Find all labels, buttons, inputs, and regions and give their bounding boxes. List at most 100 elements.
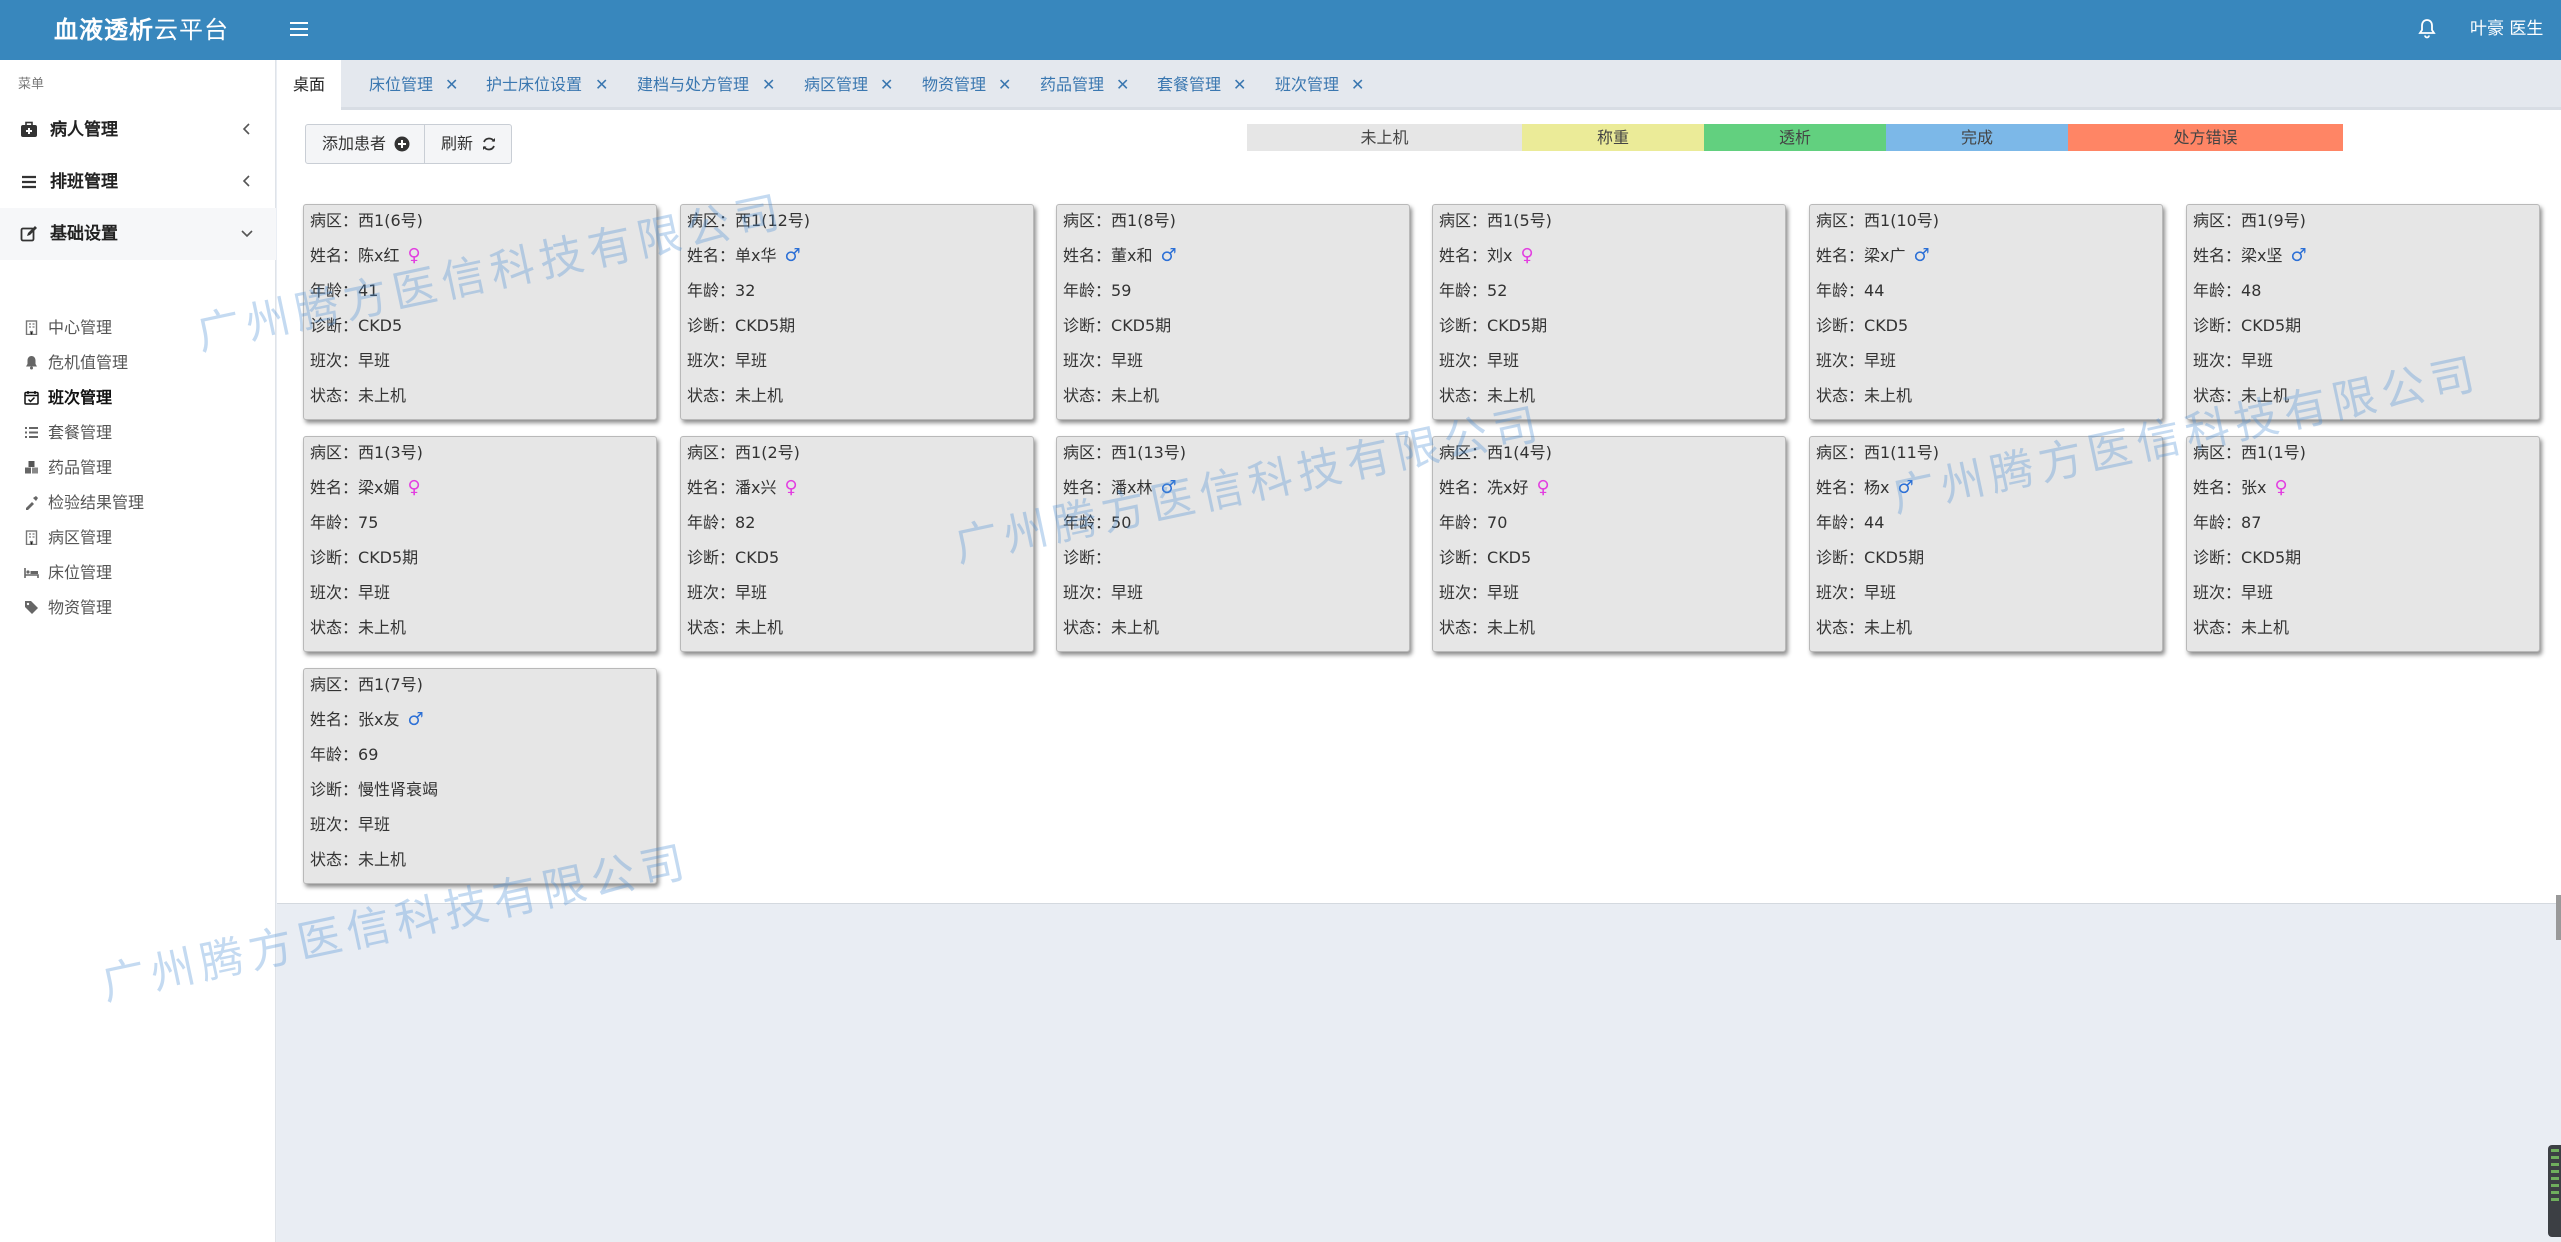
close-icon[interactable]: ✕	[1351, 60, 1364, 110]
sidebar-item-bed[interactable]: 床位管理	[0, 555, 276, 590]
patient-card[interactable]: 病区：西1(13号) 姓名：潘x林 ♂ 年龄：50 诊断： 班次：早班 状态：未上机	[1056, 436, 1410, 652]
sidebar-group-schedule[interactable]: 排班管理	[0, 156, 276, 208]
field-label: 病区：	[310, 211, 359, 230]
status-field: 状态：未上机	[1063, 385, 1159, 407]
patient-card[interactable]: 病区：西1(4号) 姓名：冼x好 ♀ 年龄：70 诊断：CKD5 班次：早班 状态：未上机	[1432, 436, 1786, 652]
field-label: 状态：	[1816, 386, 1865, 405]
close-icon[interactable]: ✕	[880, 60, 893, 110]
scrollbar[interactable]	[2556, 895, 2561, 940]
field-value: 70	[1487, 513, 1508, 532]
sidebar-item-drug[interactable]: 药品管理	[0, 450, 276, 485]
patient-card[interactable]: 病区：西1(7号) 姓名：张x友 ♂ 年龄：69 诊断：慢性肾衰竭 班次：早班 状态：未上机	[303, 668, 657, 884]
floating-widget[interactable]	[2548, 1145, 2561, 1237]
sidebar-item-lab-result[interactable]: 检验结果管理	[0, 485, 276, 520]
close-icon[interactable]: ✕	[998, 60, 1011, 110]
patient-card[interactable]: 病区：西1(8号) 姓名：董x和 ♂ 年龄：59 诊断：CKD5期 班次：早班 状态：未上机	[1056, 204, 1410, 420]
add-patient-button[interactable]: 添加患者	[306, 125, 424, 163]
shift-field: 班次：早班	[1063, 582, 1143, 604]
sidebar-item-label: 检验结果管理	[48, 493, 145, 512]
refresh-label: 刷新	[441, 134, 474, 153]
field-value: 西1(1号)	[2241, 443, 2306, 462]
field-label: 年龄：	[310, 513, 359, 532]
patient-card[interactable]: 病区：西1(3号) 姓名：梁x媚 ♀ 年龄：75 诊断：CKD5期 班次：早班 状态：未上机	[303, 436, 657, 652]
tab-package-management[interactable]: 套餐管理	[1157, 60, 1221, 110]
field-label: 班次：	[687, 351, 736, 370]
field-value: 早班	[1864, 351, 1897, 370]
age-field: 年龄：32	[687, 280, 755, 302]
name-field: 姓名：冼x好 ♀	[1439, 477, 1550, 499]
field-label: 病区：	[1439, 211, 1488, 230]
field-label: 年龄：	[1063, 513, 1112, 532]
close-icon[interactable]: ✕	[1233, 60, 1246, 110]
field-label: 年龄：	[1816, 281, 1865, 300]
tab-bed-management[interactable]: 床位管理	[369, 60, 433, 110]
tab-nurse-bed-setting[interactable]: 护士床位设置	[486, 60, 582, 110]
sidebar-item-package[interactable]: 套餐管理	[0, 415, 276, 450]
close-icon[interactable]: ✕	[595, 60, 608, 110]
age-field: 年龄：82	[687, 512, 755, 534]
tab-ward-management[interactable]: 病区管理	[804, 60, 868, 110]
field-label: 班次：	[1816, 351, 1865, 370]
field-label: 病区：	[1816, 443, 1865, 462]
tab-desktop[interactable]: 桌面	[277, 60, 342, 110]
menu-toggle-icon[interactable]	[290, 18, 308, 38]
tab-material-management[interactable]: 物资管理	[922, 60, 986, 110]
field-label: 姓名：	[2193, 246, 2242, 265]
patient-card[interactable]: 病区：西1(6号) 姓名：陈x红 ♀ 年龄：41 诊断：CKD5 班次：早班 状态：未上机	[303, 204, 657, 420]
field-label: 姓名：	[1816, 478, 1865, 497]
patient-card[interactable]: 病区：西1(5号) 姓名：刘x ♀ 年龄：52 诊断：CKD5期 班次：早班 状态：未上机	[1432, 204, 1786, 420]
legend-dialysis: 透析	[1704, 124, 1886, 151]
field-value: 董x和	[1111, 246, 1153, 265]
tab-shift-management[interactable]: 班次管理	[1275, 60, 1339, 110]
list-icon	[22, 175, 36, 189]
close-icon[interactable]: ✕	[762, 60, 775, 110]
sidebar-item-ward[interactable]: 病区管理	[0, 520, 276, 555]
legend-not-started: 未上机	[1247, 124, 1522, 151]
field-value: 早班	[1111, 583, 1144, 602]
name-field: 姓名：梁x媚 ♀	[310, 477, 421, 499]
chevron-left-icon	[242, 175, 250, 187]
field-label: 姓名：	[310, 710, 359, 729]
sidebar-group-patient[interactable]: 病人管理	[0, 104, 276, 156]
building-icon	[25, 530, 38, 545]
field-value: 41	[358, 281, 379, 300]
patient-card[interactable]: 病区：西1(9号) 姓名：梁x坚 ♂ 年龄：48 诊断：CKD5期 班次：早班 状态：未上机	[2186, 204, 2540, 420]
patient-card[interactable]: 病区：西1(10号) 姓名：梁x广 ♂ 年龄：44 诊断：CKD5 班次：早班 状态：未上机	[1809, 204, 2163, 420]
sidebar-item-material[interactable]: 物资管理	[0, 590, 276, 625]
name-field: 姓名：张x ♀	[2193, 477, 2288, 499]
tab-drug-management[interactable]: 药品管理	[1040, 60, 1104, 110]
field-label: 病区：	[310, 443, 359, 462]
field-value: 32	[735, 281, 756, 300]
field-value: CKD5期	[1487, 316, 1548, 335]
tab-label: 病区管理	[804, 75, 869, 94]
sidebar-group-basic-settings[interactable]: 基础设置	[0, 208, 276, 260]
patient-card[interactable]: 病区：西1(2号) 姓名：潘x兴 ♀ 年龄：82 诊断：CKD5 班次：早班 状态：未上机	[680, 436, 1034, 652]
ward-field: 病区：西1(10号)	[1816, 210, 1939, 232]
diagnosis-field: 诊断：CKD5期	[687, 315, 795, 337]
diagnosis-field: 诊断：CKD5期	[1439, 315, 1547, 337]
ward-field: 病区：西1(11号)	[1816, 442, 1939, 464]
sidebar-submenu: 中心管理 危机值管理 班次管理 套餐管理 药品管理 检验结果管理 病区管理 床位…	[0, 310, 276, 625]
patient-card[interactable]: 病区：西1(11号) 姓名：杨x ♂ 年龄：44 诊断：CKD5期 班次：早班 状态：未上机	[1809, 436, 2163, 652]
tab-label: 班次管理	[1275, 75, 1340, 94]
refresh-button[interactable]: 刷新	[424, 125, 511, 163]
sidebar-item-shift[interactable]: 班次管理	[0, 380, 276, 415]
field-value: 未上机	[2241, 618, 2290, 637]
field-label: 姓名：	[1439, 246, 1488, 265]
app-brand[interactable]: 血液透析云平台	[54, 0, 229, 60]
close-icon[interactable]: ✕	[445, 60, 458, 110]
tab-record-prescription[interactable]: 建档与处方管理	[637, 60, 749, 110]
female-icon: ♀	[1520, 245, 1534, 266]
sidebar-item-critical-value[interactable]: 危机值管理	[0, 345, 276, 380]
patient-card[interactable]: 病区：西1(12号) 姓名：单x华 ♂ 年龄：32 诊断：CKD5期 班次：早班 状态：未上…	[680, 204, 1034, 420]
field-label: 病区：	[1816, 211, 1865, 230]
sidebar-item-label: 危机值管理	[48, 353, 129, 372]
bell-icon[interactable]	[2418, 18, 2438, 42]
user-name[interactable]: 叶豪 医生	[2470, 0, 2543, 60]
field-label: 班次：	[2193, 351, 2242, 370]
close-icon[interactable]: ✕	[1116, 60, 1129, 110]
patient-card[interactable]: 病区：西1(1号) 姓名：张x ♀ 年龄：87 诊断：CKD5期 班次：早班 状态：未上机	[2186, 436, 2540, 652]
field-value: 潘x林	[1111, 478, 1153, 497]
sidebar-item-center[interactable]: 中心管理	[0, 310, 276, 345]
male-icon: ♂	[1160, 477, 1177, 498]
